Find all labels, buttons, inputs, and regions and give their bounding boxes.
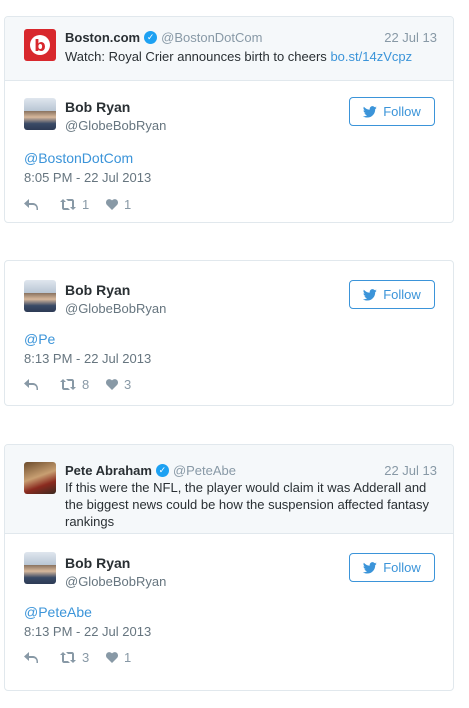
heart-icon bbox=[106, 199, 118, 210]
quoted-text-body: Watch: Royal Crier announces birth to ch… bbox=[65, 49, 327, 64]
avatar bbox=[24, 462, 56, 494]
retweet-button[interactable]: 1 bbox=[60, 197, 106, 212]
quoted-author-handle[interactable]: @BostonDotCom bbox=[161, 30, 262, 45]
avatar[interactable] bbox=[24, 98, 56, 130]
quoted-text: If this were the NFL, the player would c… bbox=[65, 480, 430, 529]
avatar[interactable] bbox=[24, 552, 56, 584]
boston-logo-icon: b bbox=[24, 29, 56, 61]
tweet-card: Bob Ryan @GlobeBobRyan Follow @Pe 8:13 P… bbox=[4, 260, 454, 406]
retweet-count: 8 bbox=[82, 377, 90, 392]
verified-icon: ✓ bbox=[155, 464, 169, 477]
heart-icon bbox=[106, 379, 118, 390]
tweet-actions: 1 1 bbox=[24, 197, 131, 212]
verified-icon: ✓ bbox=[144, 31, 158, 44]
heart-icon bbox=[106, 652, 118, 663]
reply-button[interactable] bbox=[24, 199, 60, 210]
tweet-timestamp[interactable]: 8:13 PM - 22 Jul 2013 bbox=[24, 624, 151, 639]
tweet-actions: 8 3 bbox=[24, 377, 131, 392]
reply-mention[interactable]: @PeteAbe bbox=[24, 604, 92, 620]
retweet-icon bbox=[60, 199, 76, 210]
reply-icon bbox=[24, 199, 38, 210]
author-handle[interactable]: @GlobeBobRyan bbox=[65, 574, 166, 589]
tweet-card: b Boston.com ✓ @BostonDotCom 22 Jul 13 W… bbox=[4, 16, 454, 223]
retweet-button[interactable]: 8 bbox=[60, 377, 106, 392]
quoted-date[interactable]: 22 Jul 13 bbox=[384, 463, 437, 478]
quoted-author-name[interactable]: Boston.com bbox=[65, 30, 140, 45]
reply-mention[interactable]: @BostonDotCom bbox=[24, 150, 133, 166]
like-button[interactable]: 1 bbox=[106, 650, 131, 665]
quoted-tweet[interactable]: Pete Abraham ✓ @PeteAbe 22 Jul 13 If thi… bbox=[5, 445, 453, 534]
quoted-tweet[interactable]: b Boston.com ✓ @BostonDotCom 22 Jul 13 W… bbox=[5, 17, 453, 81]
follow-button[interactable]: Follow bbox=[349, 97, 435, 126]
author-handle[interactable]: @GlobeBobRyan bbox=[65, 118, 166, 133]
author-name[interactable]: Bob Ryan bbox=[65, 555, 130, 571]
follow-label: Follow bbox=[383, 287, 421, 302]
retweet-icon bbox=[60, 379, 76, 390]
reply-icon bbox=[24, 379, 38, 390]
twitter-bird-icon bbox=[363, 105, 377, 118]
follow-label: Follow bbox=[383, 104, 421, 119]
follow-label: Follow bbox=[383, 560, 421, 575]
retweet-count: 3 bbox=[82, 650, 90, 665]
twitter-bird-icon bbox=[363, 561, 377, 574]
quoted-date[interactable]: 22 Jul 13 bbox=[384, 30, 437, 45]
avatar[interactable] bbox=[24, 280, 56, 312]
like-count: 1 bbox=[124, 650, 132, 665]
author-name[interactable]: Bob Ryan bbox=[65, 282, 130, 298]
reply-button[interactable] bbox=[24, 379, 60, 390]
reply-icon bbox=[24, 652, 38, 663]
reply-mention[interactable]: @Pe bbox=[24, 331, 55, 347]
retweet-button[interactable]: 3 bbox=[60, 650, 106, 665]
twitter-bird-icon bbox=[363, 288, 377, 301]
follow-button[interactable]: Follow bbox=[349, 280, 435, 309]
like-button[interactable]: 3 bbox=[106, 377, 131, 392]
follow-button[interactable]: Follow bbox=[349, 553, 435, 582]
like-button[interactable]: 1 bbox=[106, 197, 131, 212]
retweet-count: 1 bbox=[82, 197, 90, 212]
reply-button[interactable] bbox=[24, 652, 60, 663]
tweet-timestamp[interactable]: 8:13 PM - 22 Jul 2013 bbox=[24, 351, 151, 366]
like-count: 1 bbox=[124, 197, 132, 212]
tweet-card: Pete Abraham ✓ @PeteAbe 22 Jul 13 If thi… bbox=[4, 444, 454, 691]
quoted-author-handle[interactable]: @PeteAbe bbox=[173, 463, 236, 478]
author-name[interactable]: Bob Ryan bbox=[65, 99, 130, 115]
tweet-timestamp[interactable]: 8:05 PM - 22 Jul 2013 bbox=[24, 170, 151, 185]
retweet-icon bbox=[60, 652, 76, 663]
quoted-text: Watch: Royal Crier announces birth to ch… bbox=[65, 48, 439, 65]
author-handle[interactable]: @GlobeBobRyan bbox=[65, 301, 166, 316]
like-count: 3 bbox=[124, 377, 132, 392]
quoted-link[interactable]: bo.st/14zVcpz bbox=[330, 49, 412, 64]
quoted-author-name[interactable]: Pete Abraham bbox=[65, 463, 152, 478]
tweet-actions: 3 1 bbox=[24, 650, 131, 665]
